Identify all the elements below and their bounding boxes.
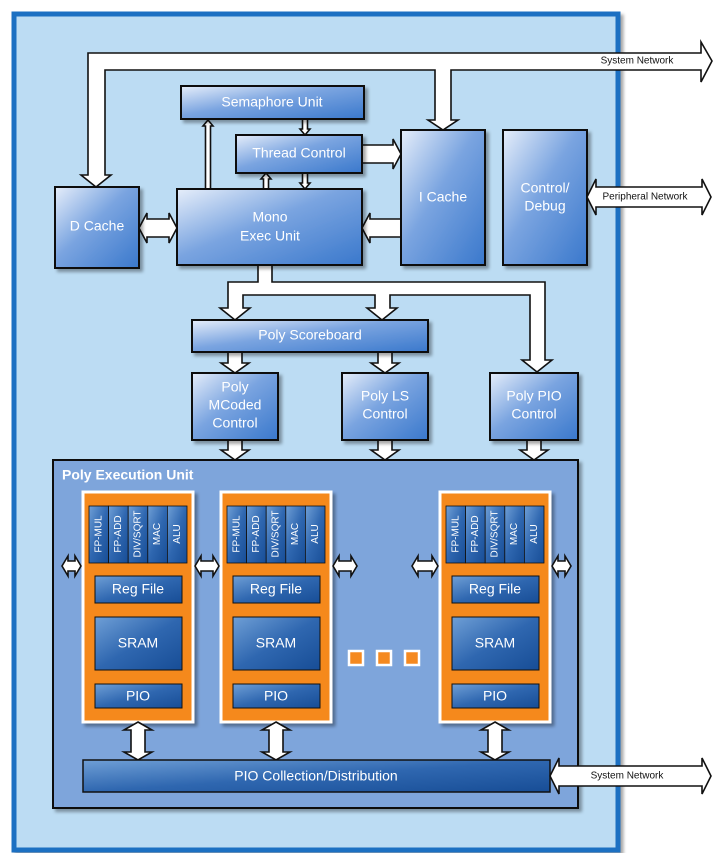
poly-ls-label-2: Control (362, 406, 407, 422)
functional-unit-label: ALU (529, 524, 540, 543)
control-debug-label-2: Debug (524, 198, 565, 214)
poly-execution-unit-title: Poly Execution Unit (62, 467, 194, 483)
functional-unit-label: FP-ADD (113, 515, 124, 552)
functional-unit-label: MAC (152, 523, 163, 545)
thread-control-label: Thread Control (252, 145, 345, 161)
pio-label: PIO (264, 688, 288, 704)
reg-file-label: Reg File (469, 581, 521, 597)
functional-unit-label: DIV/SQRT (133, 510, 144, 557)
ellipsis-dot (347, 649, 365, 667)
pio-label: PIO (126, 688, 150, 704)
sram-label: SRAM (118, 635, 158, 651)
system-network-label-top: System Network (601, 56, 675, 67)
processing-element: FP-MUL FP-ADD DIV/SQRT MAC ALU Reg File SRAM PI… (219, 490, 333, 724)
semaphore-unit-label: Semaphore Unit (221, 94, 322, 110)
poly-mcoded-label-3: Control (212, 415, 257, 431)
control-debug-label-1: Control/ (520, 180, 569, 196)
functional-unit-label: ALU (310, 524, 321, 543)
sram-label: SRAM (256, 635, 296, 651)
functional-unit-label: FP-ADD (251, 515, 262, 552)
processing-element: FP-MUL FP-ADD DIV/SQRT MAC ALU Reg File SRAM PI… (81, 490, 195, 724)
poly-mcoded-label-1: Poly (221, 379, 248, 395)
ellipsis-dot (375, 649, 393, 667)
ellipsis-dot (403, 649, 421, 667)
poly-ls-label-1: Poly LS (361, 388, 409, 404)
peripheral-network-label: Peripheral Network (602, 192, 688, 203)
functional-unit-label: DIV/SQRT (271, 510, 282, 557)
processing-element: FP-MUL FP-ADD DIV/SQRT MAC ALU Reg File SRAM PI… (438, 490, 552, 724)
functional-unit-label: DIV/SQRT (490, 510, 501, 557)
mono-exec-label-1: Mono (252, 209, 287, 225)
functional-unit-label: FP-ADD (470, 515, 481, 552)
system-network-label-bottom: System Network (591, 771, 665, 782)
sram-label: SRAM (475, 635, 515, 651)
i-cache-label: I Cache (419, 189, 467, 205)
reg-file-label: Reg File (250, 581, 302, 597)
architecture-diagram: Semaphore Unit Thread Control Mono Exec … (11, 11, 713, 853)
mono-exec-label-2: Exec Unit (240, 228, 300, 244)
poly-scoreboard-label: Poly Scoreboard (258, 327, 362, 343)
functional-unit-label: MAC (509, 523, 520, 545)
poly-pio-label-1: Poly PIO (506, 388, 561, 404)
pio-label: PIO (483, 688, 507, 704)
reg-file-label: Reg File (112, 581, 164, 597)
poly-mcoded-label-2: MCoded (209, 397, 262, 413)
pio-collection-label: PIO Collection/Distribution (234, 768, 397, 784)
functional-unit-label: MAC (290, 523, 301, 545)
functional-unit-label: ALU (172, 524, 183, 543)
functional-unit-label: FP-MUL (93, 515, 104, 553)
functional-unit-label: FP-MUL (450, 515, 461, 553)
poly-pio-label-2: Control (511, 406, 556, 422)
d-cache-label: D Cache (70, 218, 125, 234)
functional-unit-label: FP-MUL (231, 515, 242, 553)
